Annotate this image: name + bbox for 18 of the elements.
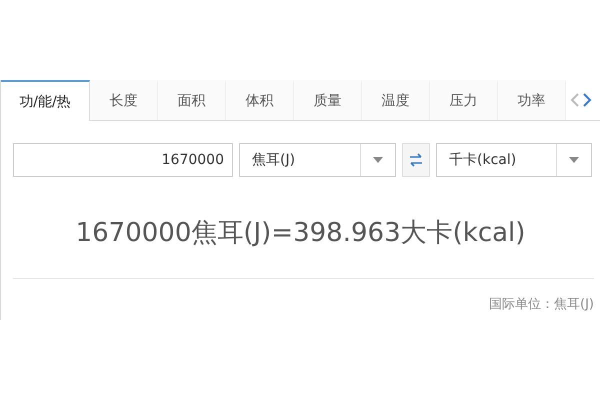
swap-icon	[409, 153, 423, 167]
si-unit-note: 国际单位：焦耳(J)	[488, 296, 595, 313]
unit-tab[interactable]: 功率	[498, 80, 566, 120]
value-field[interactable]: 1670000	[13, 143, 233, 177]
swap-button[interactable]	[402, 143, 430, 177]
unit-tab[interactable]: 体积	[226, 80, 294, 120]
chevron-right-icon[interactable]	[582, 92, 592, 108]
caret-icon	[569, 157, 579, 163]
conversion-result: 1670000焦耳(J)=398.963大卡(kcal)	[74, 217, 526, 250]
unit-tab[interactable]: 温度	[362, 80, 430, 120]
unit-tab[interactable]: 功/能/热	[1, 80, 90, 121]
unit-tab[interactable]: 面积	[158, 80, 226, 120]
to-unit-select[interactable]: 千卡(kcal)	[436, 143, 592, 177]
unit-tab[interactable]: 压力	[430, 80, 498, 120]
caret-icon	[373, 157, 383, 163]
unit-tab[interactable]: 长度	[90, 80, 158, 120]
unit-tab[interactable]: 质量	[294, 80, 362, 120]
from-unit-select[interactable]: 焦耳(J)	[239, 143, 396, 177]
